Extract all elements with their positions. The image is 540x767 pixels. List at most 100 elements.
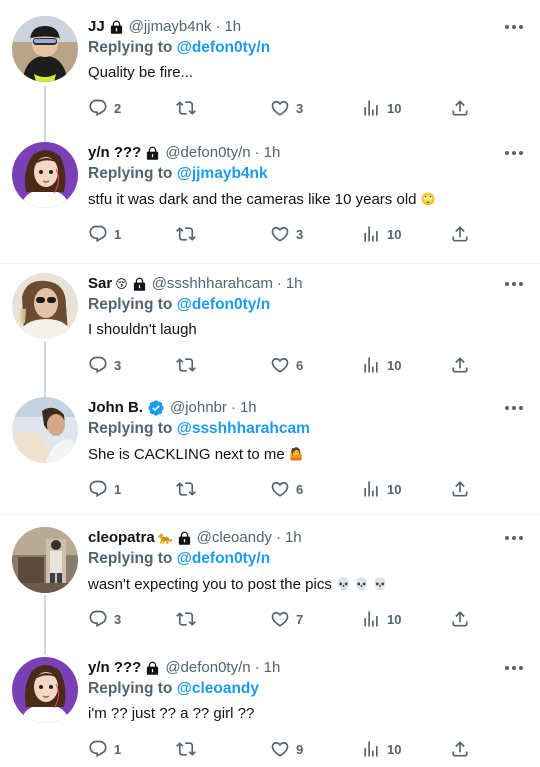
retweet-button[interactable] — [176, 607, 202, 631]
reply-thread-feed: JJ @jjmayb4nk · 1h Replying to @defon0ty/n Qu… — [0, 0, 540, 766]
tweet[interactable]: JJ @jjmayb4nk · 1h Replying to @defon0ty/n Qu… — [0, 16, 540, 144]
tweet-text: stfu it was dark and the cameras like 10… — [88, 189, 436, 210]
tweet-text: I shouldn't laugh — [88, 320, 197, 340]
retweet-icon — [176, 355, 196, 375]
views-button[interactable]: 10 — [361, 96, 401, 120]
more-options-icon[interactable] — [502, 277, 526, 291]
share-button[interactable] — [450, 477, 470, 501]
avatar[interactable] — [12, 16, 78, 82]
display-name[interactable]: Sar — [88, 273, 112, 295]
like-button[interactable]: 3 — [270, 96, 303, 120]
share-icon — [450, 355, 470, 375]
heart-icon — [270, 609, 290, 629]
lock-icon — [145, 661, 160, 676]
avatar[interactable] — [12, 657, 78, 723]
user-handle[interactable]: @defon0ty/n — [165, 142, 250, 164]
display-name[interactable]: JJ — [88, 16, 105, 38]
reply-button[interactable]: 1 — [88, 222, 121, 246]
lock-icon — [132, 277, 147, 292]
views-button[interactable]: 10 — [361, 737, 401, 761]
more-options-icon[interactable] — [502, 20, 526, 34]
reply-button[interactable]: 1 — [88, 477, 121, 501]
retweet-button[interactable] — [176, 737, 202, 761]
retweet-icon — [176, 98, 196, 118]
more-options-icon[interactable] — [502, 146, 526, 160]
like-count: 3 — [296, 100, 304, 116]
like-button[interactable]: 6 — [270, 353, 303, 377]
tweet[interactable]: John B. @johnbr · 1h Replying to @ssshhharah… — [0, 397, 540, 507]
tweet[interactable]: Sar 😚 @ssshhharahcam · 1h Replying to @defon0… — [0, 273, 540, 397]
tweet-text-content: Quality be fire... — [88, 64, 194, 81]
more-options-icon[interactable] — [502, 401, 526, 415]
share-button[interactable] — [450, 607, 470, 631]
reply-button[interactable]: 1 — [88, 737, 121, 761]
avatar[interactable] — [12, 273, 78, 339]
more-options-icon[interactable] — [502, 531, 526, 545]
views-button[interactable]: 10 — [361, 477, 401, 501]
retweet-button[interactable] — [176, 353, 202, 377]
tweet-text-content: I shouldn't laugh — [88, 321, 197, 338]
timestamp[interactable]: 1h — [264, 142, 281, 164]
reply-count: 1 — [114, 741, 122, 757]
separator-dot: · — [275, 529, 281, 546]
replying-to-mention[interactable]: @cleoandy — [177, 680, 259, 697]
thread-divider — [0, 514, 540, 515]
timestamp[interactable]: 1h — [264, 657, 281, 679]
avatar[interactable] — [12, 527, 78, 593]
display-name[interactable]: y/n ??? — [88, 142, 141, 164]
like-button[interactable]: 6 — [270, 477, 303, 501]
replying-to-mention[interactable]: @jjmayb4nk — [177, 165, 268, 182]
lock-icon — [109, 20, 124, 35]
share-button[interactable] — [450, 353, 470, 377]
like-button[interactable]: 9 — [270, 737, 303, 761]
display-name[interactable]: John B. — [88, 397, 143, 419]
more-options-icon[interactable] — [502, 661, 526, 675]
lock-icon — [145, 146, 160, 161]
replying-to-mention[interactable]: @defon0ty/n — [177, 550, 270, 567]
reply-icon — [88, 609, 108, 629]
replying-to-mention[interactable]: @defon0ty/n — [177, 296, 270, 313]
tweet-header: John B. @johnbr · 1h — [88, 397, 257, 419]
share-button[interactable] — [450, 737, 470, 761]
replying-to-label: Replying to — [88, 420, 173, 437]
views-button[interactable]: 10 — [361, 353, 401, 377]
user-handle[interactable]: @ssshhharahcam — [152, 273, 273, 295]
views-button[interactable]: 10 — [361, 222, 401, 246]
retweet-button[interactable] — [176, 96, 202, 120]
tweet-text-content: stfu it was dark and the cameras like 10… — [88, 191, 417, 208]
share-button[interactable] — [450, 96, 470, 120]
tweet[interactable]: cleopatra 🐆 @cleoandy · 1h Replying to @defon… — [0, 527, 540, 655]
views-button[interactable]: 10 — [361, 607, 401, 631]
thread-connector-line — [44, 595, 46, 655]
reply-count: 3 — [114, 611, 122, 627]
reply-count: 1 — [114, 226, 122, 242]
timestamp[interactable]: 1h — [240, 397, 257, 419]
tweet[interactable]: y/n ??? @defon0ty/n · 1h Replying to @cleoan… — [0, 657, 540, 767]
display-name[interactable]: cleopatra — [88, 527, 155, 549]
timestamp[interactable]: 1h — [286, 273, 303, 295]
like-count: 3 — [296, 226, 304, 242]
reply-button[interactable]: 3 — [88, 607, 121, 631]
reply-button[interactable]: 2 — [88, 96, 121, 120]
reply-button[interactable]: 3 — [88, 353, 121, 377]
display-name[interactable]: y/n ??? — [88, 657, 141, 679]
replying-to-mention[interactable]: @ssshhharahcam — [177, 420, 310, 437]
retweet-button[interactable] — [176, 477, 202, 501]
avatar[interactable] — [12, 142, 78, 208]
timestamp[interactable]: 1h — [224, 16, 241, 38]
like-button[interactable]: 3 — [270, 222, 303, 246]
like-button[interactable]: 7 — [270, 607, 303, 631]
replying-to-mention[interactable]: @defon0ty/n — [177, 39, 270, 56]
tweet-emoji: 🤷 — [288, 447, 304, 461]
user-handle[interactable]: @cleoandy — [197, 527, 272, 549]
tweet[interactable]: y/n ??? @defon0ty/n · 1h Replying to @jjmayb… — [0, 142, 540, 252]
share-button[interactable] — [450, 222, 470, 246]
retweet-button[interactable] — [176, 222, 202, 246]
avatar[interactable] — [12, 397, 78, 463]
timestamp[interactable]: 1h — [285, 527, 302, 549]
views-chart-icon — [361, 609, 381, 629]
retweet-icon — [176, 739, 196, 759]
user-handle[interactable]: @defon0ty/n — [165, 657, 250, 679]
user-handle[interactable]: @jjmayb4nk — [129, 16, 212, 38]
user-handle[interactable]: @johnbr — [170, 397, 227, 419]
